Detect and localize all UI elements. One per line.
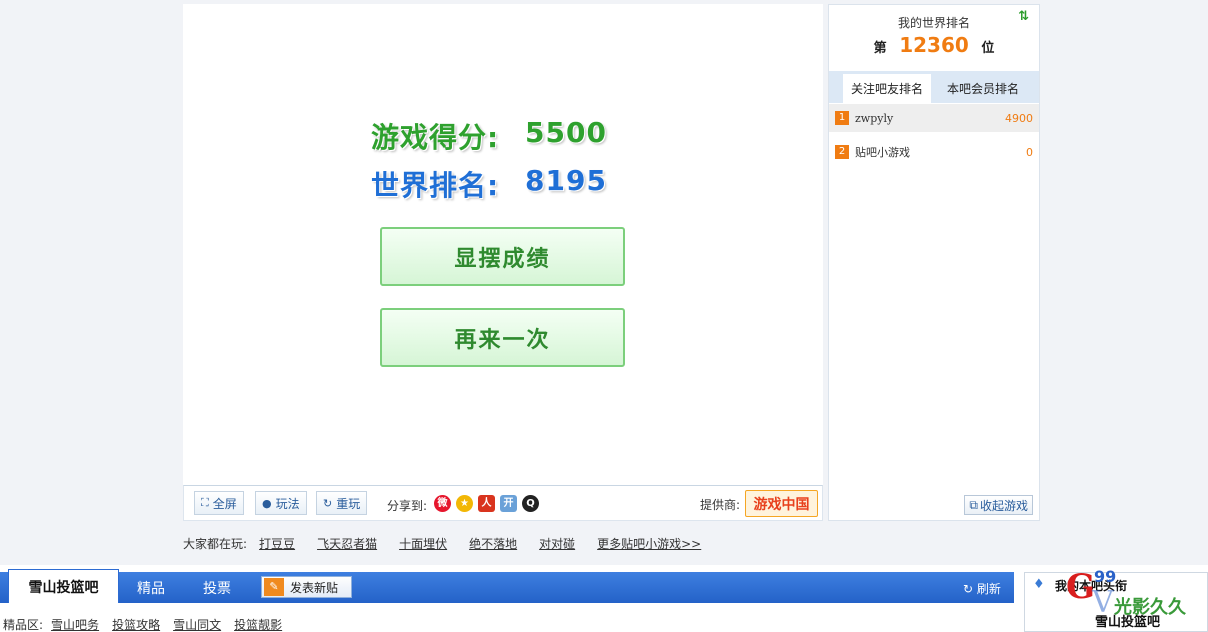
collapse-label: 收起游戏	[979, 498, 1028, 513]
weibo-icon[interactable]: 微	[434, 495, 451, 512]
rank-username: 贴吧小游戏	[855, 146, 910, 159]
game-link[interactable]: 飞天忍者猫	[317, 535, 377, 551]
rank-tabs: 关注吧友排名 本吧会员排名	[829, 71, 1039, 103]
refresh-icon[interactable]: ⇅	[1018, 9, 1029, 24]
popular-games-row: 大家都在玩: 打豆豆 飞天忍者猫 十面埋伏 绝不落地 对对碰 更多贴吧小游戏>>	[183, 535, 723, 551]
score-label: 游戏得分:	[371, 121, 500, 154]
tab-vote[interactable]: 投票	[203, 572, 231, 603]
lightbulb-icon: ●	[262, 496, 272, 510]
qq-icon[interactable]: Q	[522, 495, 539, 512]
headline-title: 我的本吧头衔	[1055, 579, 1128, 593]
jingpin-link[interactable]: 投篮攻略	[112, 616, 160, 632]
rank-badge: 1	[835, 111, 849, 125]
share-label: 分享到:	[387, 499, 428, 513]
new-post-label: 发表新贴	[290, 580, 339, 595]
rank-suffix: 位	[981, 41, 995, 56]
rank-row[interactable]: 2 贴吧小游戏 0	[829, 138, 1039, 166]
replay-button[interactable]: ↻ 重玩	[316, 491, 368, 515]
game-canvas[interactable]: 游戏得分: 5500 世界排名: 8195 显摆成绩 再来一次	[183, 4, 823, 485]
collapse-game-button[interactable]: ⧉ 收起游戏	[964, 495, 1033, 515]
provider-logo[interactable]: 游戏中国	[745, 490, 818, 517]
how-to-play-label: 玩法	[275, 496, 300, 511]
pencil-icon: ✎	[264, 578, 284, 596]
rank-points: 4900	[1005, 111, 1033, 125]
replay-label: 重玩	[336, 496, 361, 511]
fullscreen-label: 全屏	[212, 496, 237, 511]
replay-icon: ↻	[323, 496, 333, 510]
score-display: 游戏得分: 5500	[371, 116, 606, 156]
more-games-link[interactable]: 更多贴吧小游戏>>	[597, 535, 701, 551]
show-score-button[interactable]: 显摆成绩	[380, 227, 625, 286]
world-rank-display: 世界排名: 8195	[371, 164, 606, 204]
collapse-icon: ⧉	[969, 497, 978, 512]
world-rank-value: 8195	[525, 164, 607, 197]
game-link[interactable]: 绝不落地	[469, 535, 517, 551]
my-rank-title: 我的世界排名	[897, 16, 970, 30]
game-link[interactable]: 打豆豆	[259, 535, 295, 551]
jingpin-link[interactable]: 雪山吧务	[51, 616, 99, 632]
jingpin-link[interactable]: 雪山同文	[173, 616, 221, 632]
tab-jingpin[interactable]: 精品	[137, 572, 165, 603]
rank-row[interactable]: 1 zwpyly 4900	[829, 104, 1039, 132]
my-rank-value: 12360	[899, 33, 969, 57]
forum-name-tab[interactable]: 雪山投篮吧	[8, 569, 119, 603]
play-again-button[interactable]: 再来一次	[380, 308, 625, 367]
rank-panel: 我的世界排名 ⇅ 第 12360 位 关注吧友排名 本吧会员排名 1 zwpyl…	[828, 4, 1040, 521]
game-link[interactable]: 十面埋伏	[399, 535, 447, 551]
jingpin-link[interactable]: 投篮靓影	[234, 616, 282, 632]
headline-forum-name: 雪山投篮吧	[1095, 615, 1161, 630]
qzone-icon[interactable]: ★	[456, 495, 473, 512]
rank-prefix: 第	[873, 41, 887, 56]
fullscreen-button[interactable]: ⛶ 全屏	[194, 491, 244, 515]
headline-panel: ♦ 我的本吧头衔 雪山投篮吧	[1024, 572, 1208, 632]
fullscreen-icon: ⛶	[201, 496, 209, 509]
rank-badge: 2	[835, 145, 849, 159]
provider-label: 提供商:	[700, 498, 741, 512]
renren-icon[interactable]: 人	[478, 495, 495, 512]
world-rank-label: 世界排名:	[371, 169, 500, 202]
kaixin-icon[interactable]: 开	[500, 495, 517, 512]
refresh-label: 刷新	[976, 582, 1001, 596]
new-post-button[interactable]: ✎ 发表新贴	[261, 576, 352, 598]
refresh-small-icon: ↻	[963, 582, 974, 596]
jingpin-row: 精品区: 雪山吧务 投篮攻略 雪山同文 投篮靓影	[3, 616, 295, 632]
game-toolbar: ⛶ 全屏 ● 玩法 ↻ 重玩 分享到: 微 ★ 人 开 Q 提供商: 游戏中国	[183, 485, 823, 521]
refresh-button[interactable]: ↻ 刷新	[963, 580, 1001, 597]
my-rank-display: 第 12360 位	[829, 33, 1039, 57]
jingpin-label: 精品区:	[3, 618, 44, 632]
medal-icon: ♦	[1033, 577, 1045, 592]
how-to-play-button[interactable]: ● 玩法	[255, 491, 307, 515]
game-link[interactable]: 对对碰	[539, 535, 575, 551]
score-value: 5500	[525, 116, 607, 149]
tab-members-rank[interactable]: 本吧会员排名	[939, 74, 1027, 103]
rank-username: zwpyly	[855, 111, 894, 125]
tab-friends-rank[interactable]: 关注吧友排名	[843, 74, 931, 103]
popular-games-label: 大家都在玩:	[183, 537, 248, 551]
rank-points: 0	[1026, 145, 1033, 159]
